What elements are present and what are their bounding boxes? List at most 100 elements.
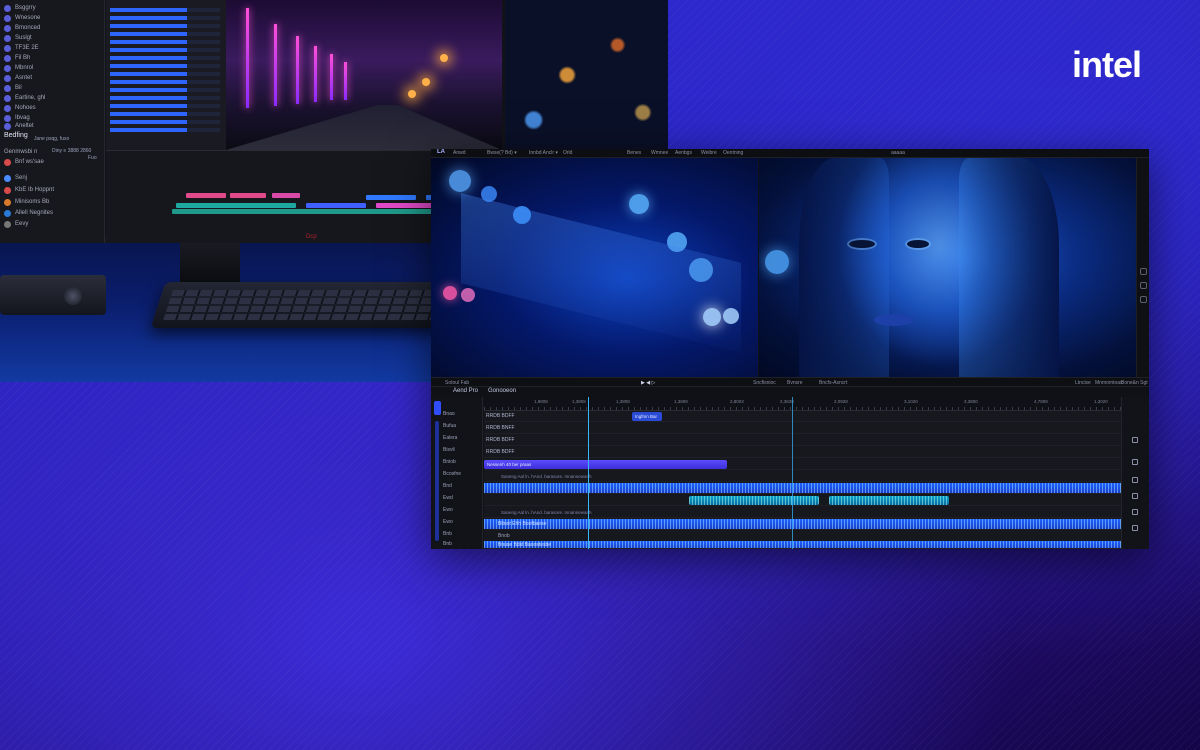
track-label: Bniob [443,459,456,465]
circle-icon [4,94,11,102]
panel-item-label: Minisoms Bb [15,199,50,205]
tool-icon[interactable] [1140,282,1147,289]
timeline-clip[interactable]: Saneng Aal ln. hAnd. barasore. mnannewan… [498,472,618,481]
panel-item: KbE Ib Hoppnt [4,184,100,196]
transport-left-label: Sotoul Fab [445,380,470,386]
transport-button[interactable]: Bvnsre [787,380,803,386]
program-viewer[interactable] [759,158,1136,377]
video-track[interactable]: RRDB BNFF [484,423,1121,434]
portrait-eye [849,240,875,248]
neon-pole [330,54,333,100]
audio-clip-label: Bnuse Bdsl Baoostesbe [498,542,552,548]
menu-item[interactable]: Innbd Anclr ▾ [529,150,558,156]
menu-item[interactable]: Anwd [453,150,466,156]
video-track[interactable]: RRDB BDFF [484,435,1121,446]
track-label: Ewd [443,495,453,501]
ruler-label: 2,0928 [834,399,848,404]
select-tool-button[interactable] [434,401,441,415]
tool-icon[interactable] [1140,296,1147,303]
timeline-clip[interactable]: Nessenh 40 ber praas [484,460,727,469]
audio-track[interactable]: Bltnot Ehh Boofbaese [484,519,1121,530]
neon-pole [296,36,299,104]
menu-bar: LA Anwd Bwse(? Bd) ▾ Innbd Anclr ▾ Orld … [431,149,1149,158]
play-icon[interactable]: ▶ ◀ ▷ [641,380,655,386]
timeline-clip[interactable] [829,496,949,505]
track-header: RRDB BDFF [486,437,515,443]
menu-item[interactable]: Weibre [701,150,717,156]
transport-button[interactable]: Sncfisnioc [753,380,776,386]
circle-icon [4,4,11,12]
tool-icon[interactable] [1132,525,1138,531]
tool-icon[interactable] [1132,509,1138,515]
text-track[interactable]: Saneng Aal ln. hAnd. barasore. mnannewan… [484,471,1121,482]
neon-pole [344,62,347,100]
street-lamp [422,78,430,86]
menu-item[interactable]: Wmnee [651,150,668,156]
sidebar-item-label: Wnesone [15,15,41,21]
timeline-clip [186,193,226,198]
tool-rail [434,397,442,549]
transport-button[interactable]: Bone&n Sgt [1121,380,1148,386]
track-bar [110,120,220,124]
timeline-clip[interactable]: Saneng Aal ln. hAnd. barasore. mnannewan… [498,508,618,517]
circle-icon [4,158,11,166]
back-monitor-sidebar: Bsggrry Wnesone Bmonced Suslgt TF3E 2E F… [0,0,105,243]
video-editor-window: LA Anwd Bwse(? Bd) ▾ Innbd Anclr ▾ Orld … [431,149,1149,549]
transport-button[interactable]: Ltncise [1075,380,1091,386]
key-row [163,314,436,320]
video-track[interactable]: RRDB BDFF Ingfmn Bar [484,411,1121,422]
portrait-eye [907,240,929,248]
tool-icon[interactable] [1132,477,1138,483]
tool-icon[interactable] [1140,268,1147,275]
circle-icon [4,34,11,42]
menu-item[interactable]: Benes [627,150,641,156]
track-label: Bcosfne [443,471,462,477]
keyboard [150,282,456,328]
track-label: Ealera [443,435,458,441]
track-label: Bnao [443,411,455,417]
monitor-stand [180,243,240,283]
track-label: Ewo [443,507,453,513]
ruler-label: 1,3808 [572,399,586,404]
neon-pole [274,24,277,106]
video-track[interactable]: Nessenh 40 ber praas [484,459,1121,470]
audio-track[interactable]: Bnuse Bdsl Baoostesbe [484,541,1121,549]
key-row [165,306,438,312]
transport-bar: Sotoul Fab ▶ ◀ ▷ Sncfisnioc Bvnsre Bncfs… [431,377,1149,387]
track-bar [110,16,220,20]
intel-logo: intel [1072,44,1142,85]
sidebar-item-label: Mbnrol [15,65,34,71]
transport-button[interactable]: Bncfs-Asncrt [819,380,847,386]
source-viewer[interactable] [431,158,758,377]
audio-track[interactable] [484,483,1121,494]
track-header: RRDB BDFF [486,413,515,419]
audio-track[interactable] [484,495,1121,506]
panel-item-label: Genmwsbi n [4,149,38,155]
menu-item[interactable]: Bwse(? Bd) ▾ [487,150,517,156]
timeline-clip[interactable] [689,496,819,505]
playhead-marker[interactable] [792,397,793,549]
timeline-clip[interactable]: Ingfmn Bar [632,412,662,421]
panel-item-label: Senj [15,175,28,181]
bokeh-light [461,288,475,302]
ruler-label: 1,3020 [1094,399,1108,404]
speaker-cone [64,287,82,305]
video-track[interactable]: RRDB BDFF [484,447,1121,458]
timeline[interactable]: 1,8808 1,3808 1,3808 1,3808 2,8003 2,383… [484,397,1121,549]
tool-icon[interactable] [1132,459,1138,465]
transport-button[interactable]: Mnmomtoas [1095,380,1123,386]
track-bar [110,48,220,52]
sidebar-item-label: Eartine, ghl [15,95,46,101]
menu-item[interactable]: Aenbgs [675,150,692,156]
menu-item[interactable]: Oentning [723,150,743,156]
audio-clip-label: Bltnot Ehh Boofbaese [498,521,547,527]
track-bar [110,104,220,108]
tool-icon[interactable] [1132,437,1138,443]
track-bar [110,32,220,36]
menu-item[interactable]: Orld [563,150,572,156]
playhead[interactable] [588,397,589,549]
neon-pole [314,46,317,102]
tool-icon[interactable] [1132,493,1138,499]
text-track[interactable]: Saneng Aal ln. hAnd. barasore. mnannewan… [484,507,1121,518]
circle-icon [4,64,11,72]
